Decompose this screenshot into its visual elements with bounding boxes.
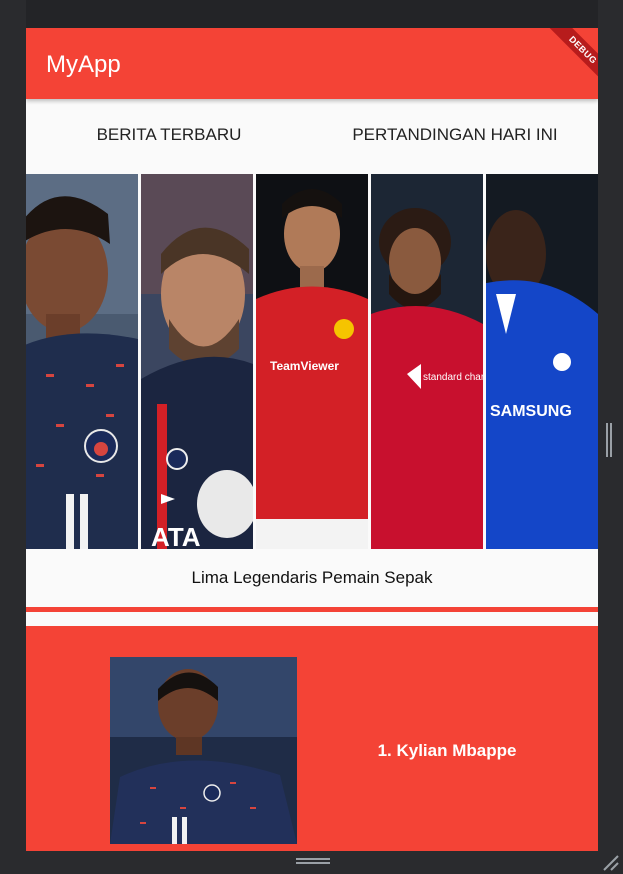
player-collage-image: ATA TeamViewer standard char SAMSUNG xyxy=(26,174,598,549)
red-divider xyxy=(26,607,598,612)
collage-caption: Lima Legendaris Pemain Sepak xyxy=(191,568,433,587)
app-window: MyApp DEBUG BERITA TERBARU PERTANDINGAN … xyxy=(26,28,598,851)
collage-jersey-text-3: TeamViewer xyxy=(270,359,339,373)
collage-player-1 xyxy=(26,174,138,549)
tab-bar: BERITA TERBARU PERTANDINGAN HARI INI xyxy=(26,99,598,174)
collage-player-4: standard chartered xyxy=(371,174,483,549)
caption-container: Lima Legendaris Pemain Sepak xyxy=(26,549,598,606)
app-title: MyApp xyxy=(46,51,121,78)
debug-banner: DEBUG xyxy=(545,28,598,88)
app-bar: MyApp DEBUG xyxy=(26,28,598,99)
player-photo xyxy=(110,657,297,844)
player-card[interactable]: 1. Kylian Mbappe xyxy=(26,626,598,851)
tab-pertandingan-hari-ini[interactable]: PERTANDINGAN HARI INI xyxy=(312,125,598,149)
vertical-resize-handle[interactable] xyxy=(606,423,613,457)
player-name: 1. Kylian Mbappe xyxy=(377,741,517,760)
horizontal-resize-handle[interactable] xyxy=(296,858,330,866)
collage-jersey-text-2: ATA xyxy=(151,522,201,549)
resize-grip-icon[interactable] xyxy=(600,852,620,872)
collage-player-3: TeamViewer xyxy=(256,174,368,549)
window-frame-left xyxy=(0,0,26,874)
collage-jersey-text-5: SAMSUNG xyxy=(490,403,572,420)
window-frame-top xyxy=(0,0,623,28)
tab-berita-terbaru[interactable]: BERITA TERBARU xyxy=(26,125,312,149)
collage-jersey-text-4: standard chartered xyxy=(423,372,483,383)
collage-player-5: SAMSUNG xyxy=(486,174,598,549)
collage-player-2: ATA xyxy=(141,174,253,549)
